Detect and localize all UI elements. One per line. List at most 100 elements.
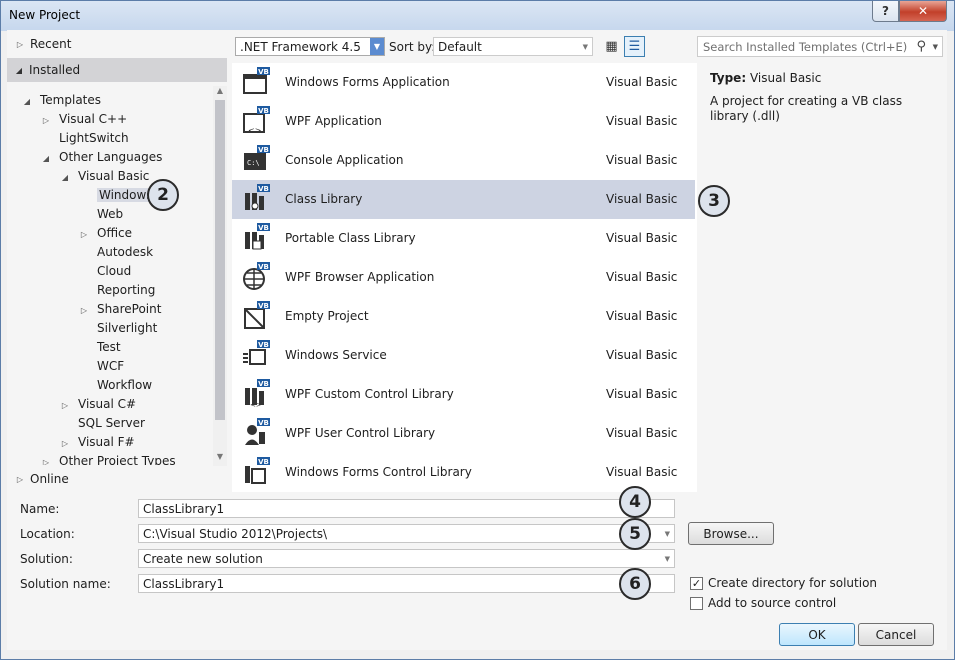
template-row[interactable]: <> VB WPF Custom Control Library Visual Bas…: [232, 375, 695, 414]
svg-text:<>: <>: [250, 401, 262, 409]
expand-arrow-icon[interactable]: ▷: [78, 301, 90, 320]
windows-forms-icon: VB: [242, 67, 270, 97]
close-button[interactable]: ✕: [899, 1, 947, 22]
collapse-arrow-icon[interactable]: ◢: [40, 149, 52, 168]
ok-button[interactable]: OK: [779, 623, 855, 646]
collapse-arrow-icon[interactable]: ◢: [59, 168, 71, 187]
callout-badge: 2: [147, 179, 179, 211]
name-label: Name:: [20, 502, 60, 516]
template-language: Visual Basic: [606, 75, 678, 89]
template-name: Class Library: [285, 192, 363, 206]
template-row[interactable]: <> VB WPF Application Visual Basic: [232, 102, 695, 141]
recent-node[interactable]: ▷ Recent: [14, 34, 72, 54]
template-language: Visual Basic: [606, 348, 678, 362]
browse-button[interactable]: Browse...: [688, 522, 774, 545]
scroll-up-icon[interactable]: ▲: [215, 86, 225, 95]
online-node[interactable]: ▷ Online: [14, 469, 69, 489]
tree-item[interactable]: Autodesk: [78, 243, 153, 262]
expand-arrow-icon[interactable]: ▷: [40, 111, 52, 130]
template-row[interactable]: VB Windows Forms Control Library Visual Ba…: [232, 453, 695, 492]
expand-arrow-icon[interactable]: ▷: [59, 396, 71, 415]
tree-item[interactable]: ◢ Templates: [21, 91, 101, 110]
sort-value: Default: [438, 39, 482, 54]
tree-item[interactable]: Cloud: [78, 262, 131, 281]
tree-item-label: Workflow: [97, 378, 153, 392]
template-row[interactable]: VB Empty Project Visual Basic: [232, 297, 695, 336]
template-row[interactable]: VB WPF Browser Application Visual Basic: [232, 258, 695, 297]
collapse-arrow-icon: ◢: [15, 65, 23, 75]
collapse-arrow-icon[interactable]: ◢: [21, 92, 33, 111]
expand-arrow-icon[interactable]: ▷: [78, 225, 90, 244]
tree-item[interactable]: ▷ Visual C++: [40, 110, 127, 129]
tree-item[interactable]: ▷ Visual C#: [59, 395, 136, 414]
location-label: Location:: [20, 527, 75, 541]
template-name: Empty Project: [285, 309, 369, 323]
dropdown-arrow-icon[interactable]: ▼: [665, 530, 670, 538]
tree-item[interactable]: Workflow: [78, 376, 152, 395]
tree-item[interactable]: ▷ Office: [78, 224, 132, 243]
expand-arrow-icon[interactable]: ▷: [59, 434, 71, 453]
sort-by-label: Sort by:: [389, 40, 436, 54]
template-name: Windows Forms Control Library: [285, 465, 472, 479]
tree-item[interactable]: WCF: [78, 357, 124, 376]
tree-item[interactable]: ▷ Visual F#: [59, 433, 135, 452]
name-field[interactable]: ClassLibrary1: [138, 499, 675, 518]
tree-item[interactable]: ▷ SharePoint: [78, 300, 162, 320]
tree-item[interactable]: Test: [78, 338, 121, 357]
dropdown-arrow-icon[interactable]: ▼: [370, 38, 384, 55]
callout-badge: 5: [619, 518, 651, 550]
tree-item[interactable]: ▷ Other Project Types: [40, 452, 176, 465]
template-row[interactable]: VB Class Library Visual Basic: [232, 180, 695, 219]
tree-item-label: Windows: [97, 188, 155, 202]
tree-item-label: SharePoint: [97, 302, 162, 316]
svg-text:VB: VB: [258, 341, 269, 349]
expand-arrow-icon[interactable]: ▷: [40, 453, 52, 465]
tree-item-label: Other Languages: [59, 150, 163, 164]
dropdown-arrow-icon[interactable]: ▼: [665, 555, 670, 563]
tree-item-label: Visual C++: [59, 112, 128, 126]
list-view-icon[interactable]: ☰: [624, 36, 645, 57]
tree-item[interactable]: ◢ Visual Basic: [59, 167, 150, 187]
template-name: WPF Browser Application: [285, 270, 435, 284]
solution-select[interactable]: Create new solution ▼: [138, 549, 675, 568]
installed-node[interactable]: ◢ Installed: [7, 58, 227, 82]
source-control-checkbox[interactable]: [690, 597, 703, 610]
tree-item[interactable]: Web: [78, 205, 123, 224]
template-row[interactable]: C:\ VB Console Application Visual Basic: [232, 141, 695, 180]
create-directory-checkbox[interactable]: ✓: [690, 577, 703, 590]
solution-name-field[interactable]: ClassLibrary1: [138, 574, 675, 593]
tree-item[interactable]: ◢ Other Languages: [40, 148, 162, 167]
tree-item[interactable]: Reporting: [78, 281, 155, 300]
custom-control-icon: <> VB: [242, 379, 270, 409]
template-name: WPF Application: [285, 114, 382, 128]
source-control-label: Add to source control: [708, 596, 837, 610]
grid-view-icon[interactable]: ▦: [601, 36, 622, 57]
tree-item[interactable]: Windows: [78, 186, 155, 205]
template-row[interactable]: VB WPF User Control Library Visual Basic: [232, 414, 695, 453]
scroll-thumb[interactable]: [215, 100, 225, 420]
cancel-button[interactable]: Cancel: [858, 623, 934, 646]
location-field[interactable]: C:\Visual Studio 2012\Projects\ ▼: [138, 524, 675, 543]
svg-text:VB: VB: [258, 302, 269, 310]
tree-item[interactable]: SQL Server: [59, 414, 145, 433]
svg-text:VB: VB: [258, 419, 269, 427]
template-row[interactable]: VB Windows Service Visual Basic: [232, 336, 695, 375]
tree-item[interactable]: LightSwitch: [40, 129, 129, 148]
expand-arrow-icon: ▷: [16, 39, 24, 49]
template-row[interactable]: VB Portable Class Library Visual Basic: [232, 219, 695, 258]
template-row[interactable]: VB Windows Forms Application Visual Basic: [232, 63, 695, 102]
framework-select[interactable]: .NET Framework 4.5 ▼: [235, 37, 385, 56]
tree-item[interactable]: Silverlight: [78, 319, 157, 338]
tree-scrollbar[interactable]: ▲ ▼: [213, 86, 227, 466]
sort-select[interactable]: Default ▼: [433, 37, 593, 56]
portable-library-icon: VB: [242, 223, 270, 253]
svg-text:VB: VB: [258, 146, 269, 154]
svg-text:C:\: C:\: [247, 159, 260, 167]
chevron-down-icon[interactable]: ▼: [933, 43, 938, 51]
template-list: VB Windows Forms Application Visual Basic <…: [232, 63, 697, 492]
search-icon[interactable]: ⚲: [916, 39, 926, 54]
scroll-down-icon[interactable]: ▼: [215, 452, 225, 461]
help-button[interactable]: ?: [872, 1, 899, 22]
svg-text:VB: VB: [258, 380, 269, 388]
search-input[interactable]: Search Installed Templates (Ctrl+E) ⚲ ▼: [697, 36, 943, 57]
